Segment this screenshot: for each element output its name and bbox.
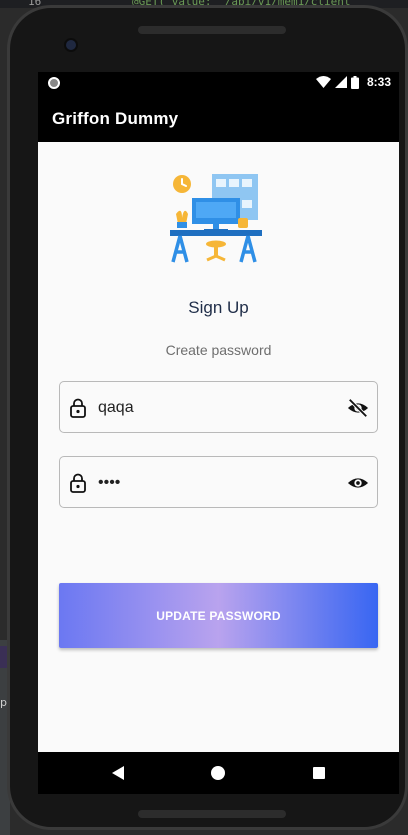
wifi-icon [315,76,331,88]
front-camera [64,38,78,52]
status-bar: 8:33 [38,72,399,94]
device-screen: 8:33 Griffon Dummy Sign Up Create passwo… [38,72,399,794]
app-bar: Griffon Dummy [38,94,399,142]
workspace-desk-illustration [170,174,262,263]
phone-frame: 8:33 Griffon Dummy Sign Up Create passwo… [7,5,408,830]
update-password-button[interactable]: UPDATE PASSWORD [59,583,378,648]
eye-icon[interactable] [347,472,369,494]
eye-off-icon[interactable] [347,397,369,419]
lock-icon [70,398,86,418]
bottom-speaker [138,810,286,818]
recents-icon[interactable] [313,767,325,779]
back-icon[interactable] [110,765,126,781]
navigation-bar [38,752,399,794]
confirm-password-input[interactable] [98,469,338,497]
circle-indicator-icon [48,77,60,89]
page-subtitle: Create password [165,342,272,358]
password-input[interactable] [98,394,338,422]
page-title: Sign Up [188,298,249,317]
status-time: 8:33 [366,75,391,89]
battery-icon [350,75,359,89]
lock-icon [70,473,86,493]
top-speaker [138,26,286,34]
password-field[interactable] [59,381,378,433]
cell-signal-icon [334,76,347,88]
home-icon[interactable] [211,766,225,780]
app-title: Griffon Dummy [52,109,179,128]
confirm-password-field[interactable] [59,456,378,508]
